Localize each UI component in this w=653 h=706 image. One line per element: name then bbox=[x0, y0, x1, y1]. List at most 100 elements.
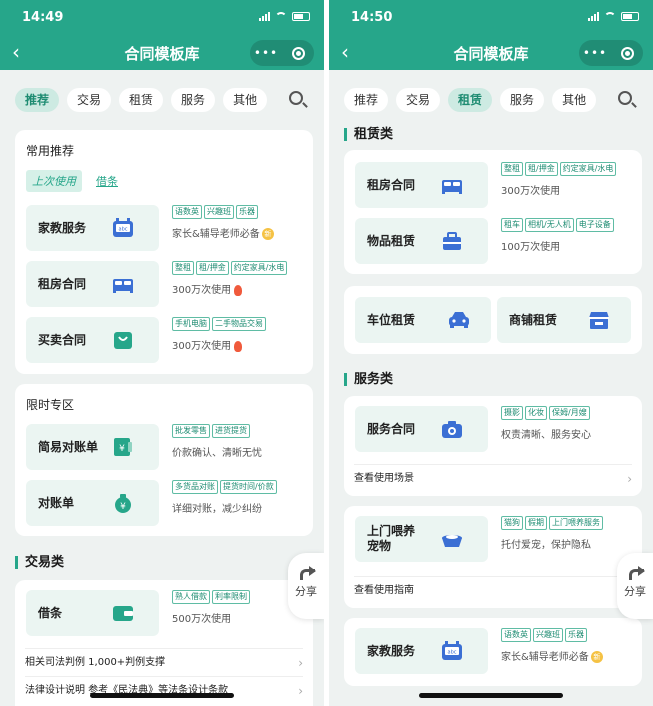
tag: 整租 bbox=[501, 162, 523, 176]
usage-desc: 100万次使用 bbox=[501, 242, 561, 253]
tag: 二手物品交易 bbox=[212, 317, 266, 331]
share-icon bbox=[627, 565, 645, 580]
tag: 熟人借款 bbox=[172, 590, 210, 604]
close-miniprogram-icon[interactable] bbox=[611, 46, 643, 60]
lease-small-card: 车位租赁 商铺租赁 bbox=[344, 286, 642, 354]
trade-card: 借条 熟人借款 利率限制 500万次使用 相关司法判例 1,000+判例支撑 › 法… bbox=[15, 580, 313, 706]
pet-feeding-card: 上门喂养 宠物 猫狗 假期 上门喂养服务 托付爱宠，保护隐私 查看使用指南 bbox=[344, 506, 642, 608]
header: 14:50 ‹ 合同模板库 ••• bbox=[329, 0, 653, 70]
view-guide-link[interactable]: 查看使用指南 bbox=[354, 576, 632, 604]
usage-desc: 权责清晰、服务安心 bbox=[501, 430, 591, 441]
tag: 租车 bbox=[501, 218, 523, 232]
pet-bowl-icon bbox=[442, 535, 462, 547]
tag: 批发零售 bbox=[172, 424, 210, 438]
card-title: 限时专区 bbox=[26, 398, 75, 412]
tab-lease[interactable]: 租赁 bbox=[119, 88, 164, 112]
tag: 化妆 bbox=[525, 406, 547, 420]
screen-right: 14:50 ‹ 合同模板库 ••• 推荐 交易 租赁 服务 其他 租赁类 租房合… bbox=[329, 0, 653, 706]
svg-text:¥: ¥ bbox=[119, 444, 125, 454]
tag: 语数英 bbox=[501, 628, 531, 642]
toolbox-icon bbox=[443, 232, 461, 250]
miniprogram-capsule: ••• bbox=[250, 40, 314, 66]
chevron-right-icon: › bbox=[627, 472, 632, 486]
more-icon[interactable]: ••• bbox=[579, 46, 611, 60]
tab-recommend[interactable]: 推荐 bbox=[15, 88, 60, 112]
share-button[interactable]: 分享 bbox=[288, 553, 324, 619]
section-title-trade: 交易类 bbox=[15, 556, 64, 569]
home-indicator bbox=[419, 693, 563, 698]
search-icon[interactable] bbox=[285, 88, 309, 112]
template-name: 物品租赁 bbox=[367, 234, 416, 248]
share-icon bbox=[298, 565, 316, 580]
hot-flame-icon bbox=[234, 284, 243, 296]
tag: 保姆/月嫂 bbox=[549, 406, 590, 420]
shop-icon bbox=[589, 312, 609, 329]
template-name: 上门喂养 宠物 bbox=[367, 524, 416, 553]
new-badge: 新 bbox=[590, 651, 603, 663]
link-text: 相关司法判例 1,000+判例支撑 bbox=[25, 657, 166, 668]
template-name: 租房合同 bbox=[38, 277, 87, 291]
usage-desc: 价款确认、清晰无忧 bbox=[172, 448, 262, 459]
tab-lease[interactable]: 租赁 bbox=[448, 88, 493, 112]
share-label: 分享 bbox=[295, 585, 317, 598]
tab-trade[interactable]: 交易 bbox=[67, 88, 112, 112]
home-indicator bbox=[90, 693, 234, 698]
tab-service[interactable]: 服务 bbox=[171, 88, 216, 112]
section-title-service: 服务类 bbox=[344, 373, 393, 386]
template-name: 租房合同 bbox=[367, 178, 416, 192]
svg-text:abc: abc bbox=[119, 227, 128, 233]
iou-pill[interactable]: 借条 bbox=[96, 173, 118, 189]
tag: 兴趣班 bbox=[533, 628, 563, 642]
more-icon[interactable]: ••• bbox=[250, 46, 282, 60]
bed-icon bbox=[442, 180, 462, 194]
template-name: 车位租赁 bbox=[367, 313, 416, 327]
template-name: 简易对账单 bbox=[38, 440, 99, 454]
tag: 语数英 bbox=[172, 205, 202, 219]
tag: 乐器 bbox=[236, 205, 258, 219]
card-title: 常用推荐 bbox=[26, 144, 75, 158]
template-name: 买卖合同 bbox=[38, 333, 87, 347]
usage-desc: 家长&辅导老师必备 bbox=[501, 652, 589, 663]
usage-desc: 家长&辅导老师必备 bbox=[172, 229, 260, 240]
tutor-board-icon: abc bbox=[113, 218, 133, 237]
search-icon[interactable] bbox=[614, 88, 638, 112]
template-name: 商铺租赁 bbox=[509, 313, 558, 327]
tag: 相机/无人机 bbox=[525, 218, 574, 232]
tab-other[interactable]: 其他 bbox=[552, 88, 597, 112]
tab-recommend[interactable]: 推荐 bbox=[344, 88, 389, 112]
chevron-right-icon: › bbox=[298, 656, 303, 670]
car-icon bbox=[449, 312, 469, 328]
tab-other[interactable]: 其他 bbox=[223, 88, 268, 112]
new-badge: 新 bbox=[261, 228, 274, 240]
signal-icon bbox=[259, 12, 270, 21]
lease-card: 租房合同 整租 租/押金 约定家具/水电 300万次使用 物品租赁 租车 相机/无人机… bbox=[344, 150, 642, 274]
category-tabs: 推荐 交易 租赁 服务 其他 bbox=[15, 88, 309, 112]
close-miniprogram-icon[interactable] bbox=[282, 46, 314, 60]
header: 14:49 ‹ 合同模板库 ••• bbox=[0, 0, 324, 70]
tag: 租/押金 bbox=[525, 162, 558, 176]
limited-zone-card: 限时专区 简易对账单 ¥ 批发零售 进货提货 价款确认、清晰无忧 对账单 ¥ 多货… bbox=[15, 384, 313, 536]
view-scenarios-link[interactable]: 查看使用场景 › bbox=[354, 464, 632, 492]
case-law-link[interactable]: 相关司法判例 1,000+判例支撑 › bbox=[25, 648, 303, 676]
tab-trade[interactable]: 交易 bbox=[396, 88, 441, 112]
tag: 约定家具/水电 bbox=[559, 162, 617, 176]
legal-design-link[interactable]: 法律设计说明 参考《民法典》等法条设计条款 › bbox=[25, 676, 303, 704]
tutor-board-icon: abc bbox=[442, 641, 462, 660]
yuan-doc-icon: ¥ bbox=[114, 438, 132, 456]
tab-service[interactable]: 服务 bbox=[500, 88, 545, 112]
link-text: 查看使用场景 bbox=[354, 473, 414, 484]
wallet-icon bbox=[113, 606, 133, 621]
camera-icon bbox=[442, 421, 462, 438]
tag: 兴趣班 bbox=[204, 205, 234, 219]
money-bag-icon: ¥ bbox=[115, 494, 131, 513]
category-tabs: 推荐 交易 租赁 服务 其他 bbox=[344, 88, 638, 112]
template-name: 借条 bbox=[38, 606, 63, 620]
last-used-pill[interactable]: 上次使用 bbox=[26, 170, 82, 192]
share-button[interactable]: 分享 bbox=[617, 553, 653, 619]
tag: 电子设备 bbox=[575, 218, 614, 232]
tag: 摄影 bbox=[501, 406, 523, 420]
template-name: 家教服务 bbox=[38, 221, 87, 235]
usage-desc: 300万次使用 bbox=[172, 341, 232, 352]
tag: 多货品对账 bbox=[172, 480, 218, 494]
chevron-right-icon: › bbox=[298, 684, 303, 698]
